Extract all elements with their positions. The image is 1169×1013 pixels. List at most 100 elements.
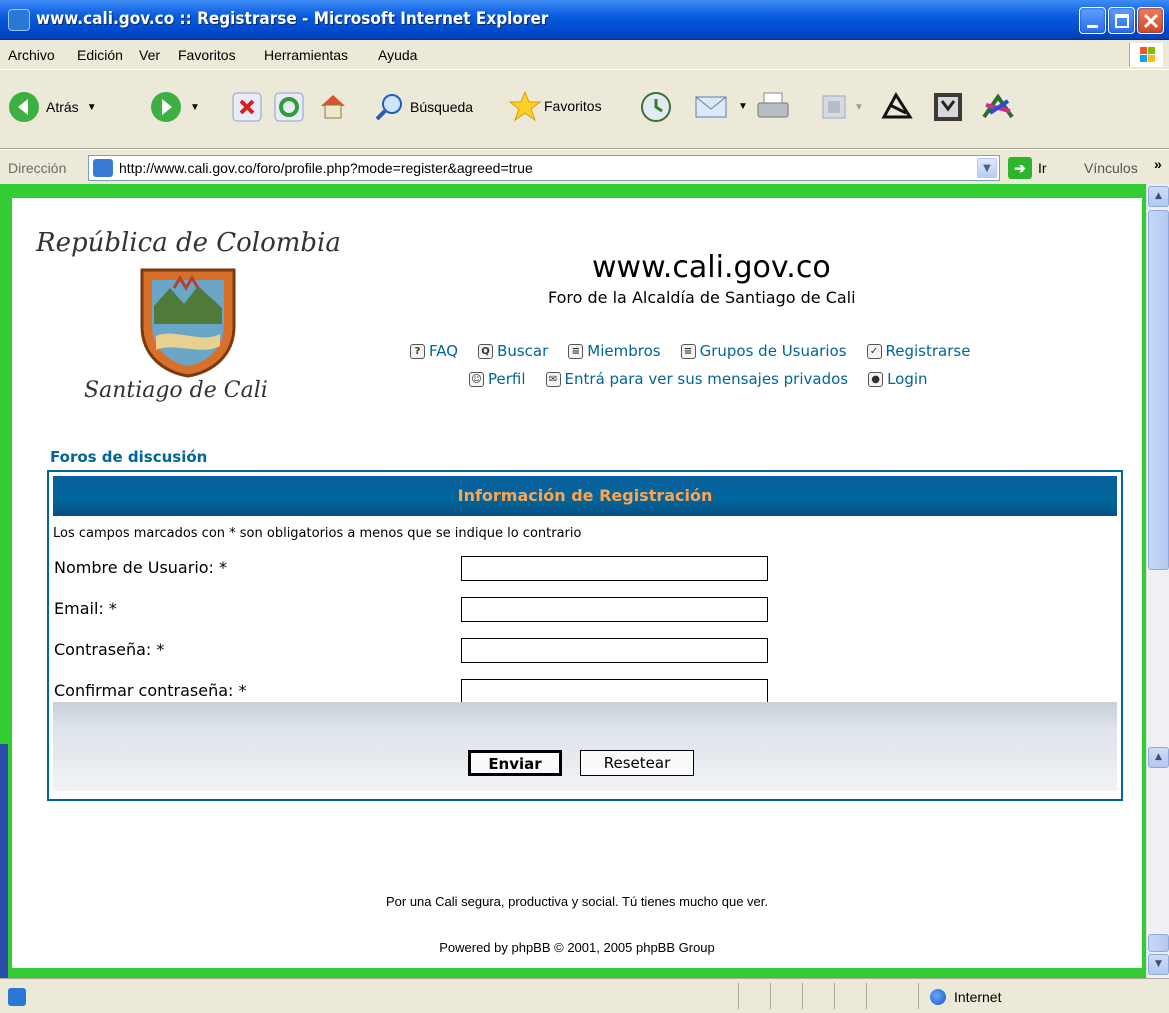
window-title: www.cali.gov.co :: Registrarse - Microso… (36, 9, 549, 29)
go-button[interactable]: ➔ Ir (1008, 157, 1047, 179)
form-header: Información de Registración (53, 476, 1117, 516)
submit-button[interactable]: Enviar (468, 750, 562, 776)
status-bar: Internet (0, 978, 1169, 1013)
print-button[interactable] (756, 91, 790, 123)
chevron-right-icon[interactable]: » (1154, 156, 1162, 172)
nav-mensajes[interactable]: ✉ Entrá para ver sus mensajes privados (545, 370, 849, 388)
logo-republica: República de Colombia (36, 228, 341, 258)
scroll-up-icon[interactable]: ▲ (1148, 186, 1169, 207)
network-icon (982, 93, 1014, 119)
footer-slogan: Por una Cali segura, productiva y social… (385, 894, 769, 909)
username-label: Nombre de Usuario: * (54, 558, 228, 577)
messenger-icon (881, 92, 913, 119)
form-buttons: Enviar Resetear (49, 750, 1121, 780)
close-icon (1143, 13, 1159, 29)
edit-button[interactable]: ▼ (822, 95, 864, 119)
discuss-button[interactable] (880, 91, 914, 123)
nav-registrarse[interactable]: ✓ Registrarse (866, 342, 971, 360)
back-dropdown-icon[interactable]: ▼ (87, 102, 97, 113)
page-status-icon (8, 988, 26, 1006)
links-button[interactable]: Vínculos (1084, 160, 1138, 176)
menu-archivo[interactable]: Archivo (8, 47, 55, 63)
nav-login[interactable]: ● Login (868, 370, 928, 388)
reset-button[interactable]: Resetear (580, 750, 694, 776)
members-icon: ≡ (568, 343, 584, 359)
username-field[interactable] (461, 556, 768, 581)
logo-santiago: Santiago de Cali (84, 378, 268, 403)
edit-icon (822, 95, 846, 119)
forward-button[interactable]: ▼ (150, 91, 200, 123)
menu-ver[interactable]: Ver (139, 47, 160, 63)
stop-button[interactable] (232, 92, 262, 122)
page-icon (93, 159, 113, 177)
nav-mensajes-label: Entrá para ver sus mensajes privados (564, 370, 849, 388)
research-button[interactable] (932, 91, 964, 123)
mail-dropdown-icon[interactable]: ▼ (738, 101, 748, 112)
nav-perfil-label: Perfil (488, 370, 526, 388)
scroll-thumb-2[interactable] (1148, 934, 1169, 952)
favorites-button[interactable]: Favoritos (508, 90, 602, 122)
nav-faq[interactable]: ? FAQ (410, 342, 458, 360)
menu-edicion[interactable]: Edición (77, 47, 123, 63)
forward-arrow-icon (151, 92, 181, 122)
confirm-password-field[interactable] (461, 679, 768, 704)
printer-icon (757, 92, 789, 118)
menu-favoritos[interactable]: Favoritos (178, 47, 236, 63)
research-icon (934, 93, 962, 121)
security-zone: Internet (930, 989, 1001, 1005)
ie-icon (8, 9, 30, 31)
nav-perfil[interactable]: ☺ Perfil (469, 370, 526, 388)
coat-of-arms-icon (140, 268, 236, 378)
search-label: Búsqueda (410, 99, 474, 115)
nav-grupos[interactable]: ≡ Grupos de Usuarios (680, 342, 847, 360)
address-dropdown-icon[interactable]: ▼ (977, 158, 997, 178)
nav-row-2: ☺ Perfil ✉ Entrá para ver sus mensajes pri… (469, 370, 928, 388)
edit-dropdown-icon[interactable]: ▼ (854, 102, 864, 113)
back-label: Atrás (46, 99, 79, 115)
scroll-up-icon-2[interactable]: ▲ (1148, 747, 1169, 768)
site-subtitle: Foro de la Alcaldía de Santiago de Cali (548, 288, 856, 307)
forward-dropdown-icon[interactable]: ▼ (190, 102, 200, 113)
nav-buscar[interactable]: Q Buscar (478, 342, 548, 360)
address-input[interactable]: http://www.cali.gov.co/foro/profile.php?… (88, 155, 1000, 181)
messenger-button[interactable] (980, 91, 1016, 123)
breadcrumb[interactable]: Foros de discusión (50, 448, 207, 466)
minimize-button[interactable] (1079, 7, 1106, 34)
nav-grupos-label: Grupos de Usuarios (699, 342, 847, 360)
nav-row-1: ? FAQ Q Buscar ≡ Miembros ≡ Grupos de Usuari… (410, 342, 970, 360)
footer-powered: Powered by phpBB © 2001, 2005 phpBB Grou… (439, 940, 715, 955)
maximize-button[interactable] (1108, 7, 1135, 34)
nav-miembros[interactable]: ≡ Miembros (568, 342, 661, 360)
scroll-thumb[interactable] (1148, 210, 1169, 570)
menu-ayuda[interactable]: Ayuda (378, 47, 417, 63)
scroll-down-icon[interactable]: ▼ (1148, 954, 1169, 975)
groups-icon: ≡ (680, 343, 696, 359)
address-url[interactable]: http://www.cali.gov.co/foro/profile.php?… (119, 160, 533, 176)
home-button[interactable] (318, 91, 348, 121)
registration-form: Información de Registración Los campos m… (47, 470, 1123, 801)
refresh-button[interactable] (274, 92, 304, 122)
nav-registrarse-label: Registrarse (885, 342, 971, 360)
nav-buscar-label: Buscar (497, 342, 549, 360)
password-label: Contraseña: * (54, 640, 165, 659)
close-button[interactable] (1137, 7, 1164, 34)
back-arrow-icon (9, 92, 39, 122)
profile-icon: ☺ (469, 371, 484, 387)
vertical-scrollbar[interactable]: ▲ ▲ ▼ (1146, 184, 1169, 978)
menu-herramientas[interactable]: Herramientas (264, 47, 348, 63)
email-field[interactable] (461, 597, 768, 622)
history-button[interactable] (640, 91, 672, 123)
search-button[interactable]: Búsqueda (374, 92, 473, 122)
content-viewport: República de Colombia Santiago de Cali w… (0, 184, 1169, 978)
password-field[interactable] (461, 638, 768, 663)
home-icon (321, 95, 345, 119)
required-note: Los campos marcados con * son obligatori… (53, 526, 582, 541)
mail-button[interactable]: ▼ (694, 91, 748, 121)
web-page: República de Colombia Santiago de Cali w… (12, 198, 1142, 968)
back-button[interactable]: Atrás ▼ (8, 91, 97, 123)
star-icon (508, 90, 542, 122)
windows-logo-icon (1129, 43, 1163, 67)
favorites-label: Favoritos (544, 98, 602, 114)
search-icon (375, 94, 402, 121)
login-icon: ● (868, 371, 884, 387)
